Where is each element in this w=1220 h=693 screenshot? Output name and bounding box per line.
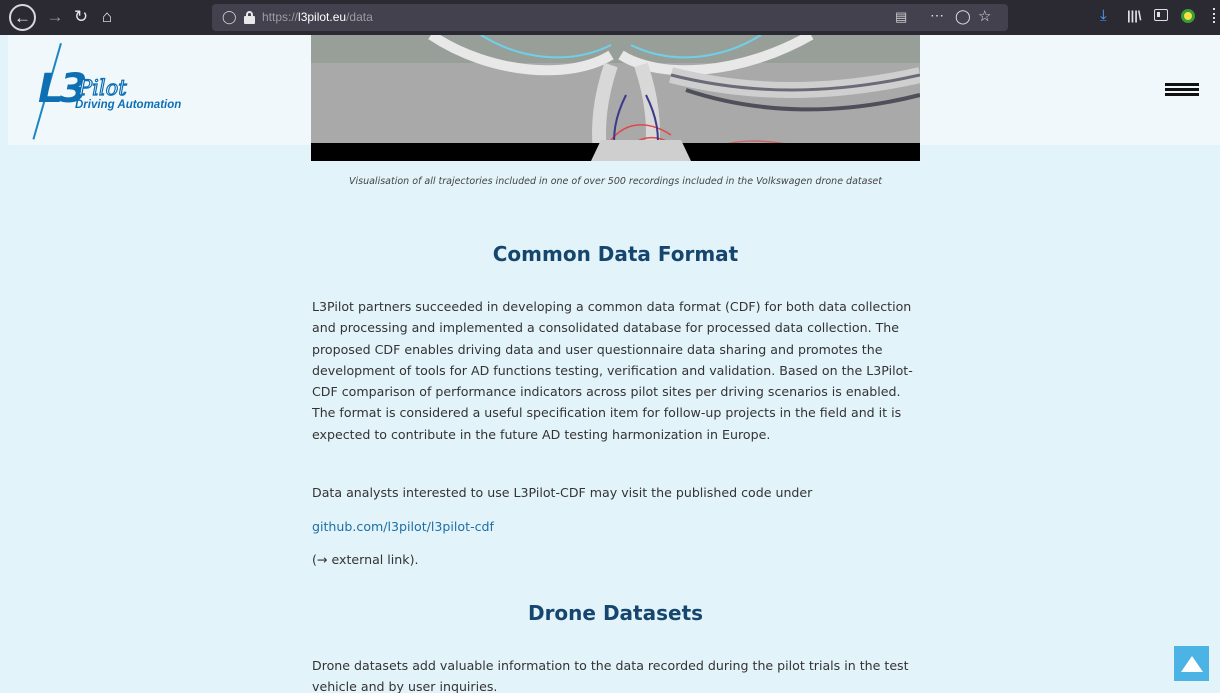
address-bar[interactable]: ◯ https://l3pilot.eu/data ▤ ⋯ ◯ ☆ <box>212 4 1008 31</box>
github-link[interactable]: github.com/l3pilot/l3pilot-cdf <box>312 516 922 537</box>
section-heading-cdf: Common Data Format <box>492 242 739 266</box>
extension-icon[interactable] <box>1181 9 1195 23</box>
interchange-aerial-image <box>311 35 920 161</box>
more-actions-icon[interactable]: ⋯ <box>930 7 945 24</box>
hero-image <box>311 35 920 161</box>
logo-pilot: Pilot <box>77 76 127 100</box>
logo-tagline: Driving Automation <box>75 99 182 111</box>
pocket-icon[interactable]: ◯ <box>955 8 971 25</box>
url-text[interactable]: https://l3pilot.eu/data <box>262 10 373 24</box>
hamburger-menu-icon[interactable] <box>1165 83 1199 97</box>
scroll-to-top-button[interactable] <box>1174 646 1209 681</box>
external-link-note: (→ external link). <box>312 552 419 567</box>
url-path: /data <box>346 10 373 24</box>
lock-icon[interactable] <box>244 11 255 24</box>
section-heading-drone: Drone Datasets <box>527 601 704 625</box>
arrow-up-icon <box>1180 655 1203 672</box>
cdf-code-paragraph: Data analysts interested to use L3Pilot-… <box>312 485 813 500</box>
sidebar-icon[interactable] <box>1154 9 1168 21</box>
bookmark-star-icon[interactable]: ☆ <box>978 7 991 25</box>
shield-icon[interactable]: ◯ <box>222 9 237 25</box>
download-icon[interactable]: ⤓ <box>1100 7 1107 24</box>
drone-paragraph: Drone datasets add valuable information … <box>312 658 909 693</box>
site-logo[interactable]: L3 Pilot Driving Automation <box>30 43 230 140</box>
url-host: l3pilot.eu <box>298 10 347 24</box>
reload-icon[interactable]: ↻ <box>68 4 94 30</box>
library-icon[interactable]: |||\ <box>1127 8 1142 23</box>
back-icon[interactable]: ← <box>9 4 36 31</box>
forward-icon[interactable]: → <box>42 4 68 30</box>
menu-icon[interactable] <box>1213 8 1217 23</box>
browser-toolbar: ← → ↻ ⌂ ◯ https://l3pilot.eu/data ▤ ⋯ ◯ … <box>0 0 1220 35</box>
reader-view-icon[interactable]: ▤ <box>895 9 907 25</box>
cdf-paragraph: L3Pilot partners succeeded in developing… <box>312 299 913 442</box>
home-icon[interactable]: ⌂ <box>94 4 120 30</box>
url-prefix: https:// <box>262 10 299 24</box>
hero-caption: Visualisation of all trajectories includ… <box>349 176 882 187</box>
